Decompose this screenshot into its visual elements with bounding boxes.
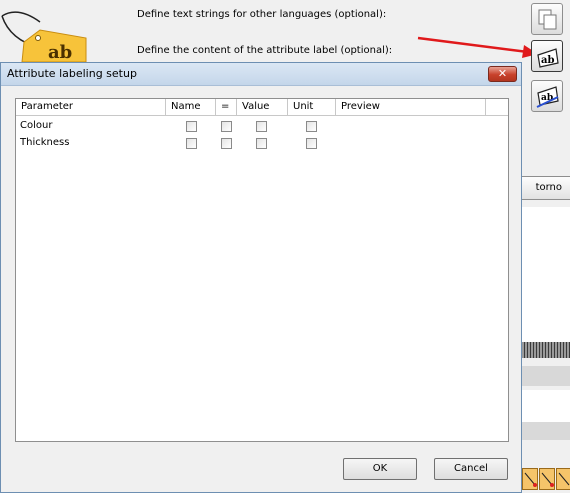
cancel-button[interactable]: Cancel — [434, 458, 508, 480]
background-toolbar — [521, 468, 570, 493]
background-band-lower — [521, 422, 570, 440]
background-list-area — [521, 207, 570, 342]
unit-checkbox[interactable] — [306, 138, 317, 149]
name-checkbox[interactable] — [186, 121, 197, 132]
tag-icon: ab — [1, 11, 87, 62]
attribute-label-button[interactable]: ab — [531, 40, 563, 72]
dialog-titlebar[interactable]: Attribute labeling setup ✕ — [1, 63, 521, 86]
equals-checkbox[interactable] — [221, 121, 232, 132]
other-languages-label: Define text strings for other languages … — [137, 9, 387, 20]
arrow-annotation-icon — [417, 36, 538, 58]
column-header-unit[interactable]: Unit — [288, 99, 336, 115]
unit-checkbox[interactable] — [306, 121, 317, 132]
copy-icon — [538, 9, 557, 30]
background-field — [521, 390, 570, 422]
dialog-title: Attribute labeling setup — [7, 67, 137, 80]
tool-button[interactable] — [539, 468, 555, 490]
copy-button[interactable] — [531, 3, 563, 35]
column-header-value[interactable]: Value — [237, 99, 288, 115]
close-icon: ✕ — [497, 67, 508, 80]
parameter-grid: Parameter Name = Value Unit Preview Colo… — [15, 98, 509, 442]
equals-checkbox[interactable] — [221, 138, 232, 149]
table-row: Thickness — [16, 135, 508, 151]
column-header-preview[interactable]: Preview — [336, 99, 486, 115]
tool-button[interactable] — [522, 468, 538, 490]
name-checkbox[interactable] — [186, 138, 197, 149]
parameter-label: Colour — [20, 120, 53, 131]
attribute-label-icon: ab — [537, 48, 559, 68]
table-row: Colour — [16, 118, 508, 134]
tool-button[interactable] — [556, 468, 570, 490]
value-checkbox[interactable] — [256, 121, 267, 132]
edit-label-icon: ab — [536, 86, 559, 108]
parameter-label: Thickness — [20, 137, 70, 148]
grid-header: Parameter Name = Value Unit Preview — [16, 99, 508, 116]
column-header-name[interactable]: Name — [166, 99, 216, 115]
background-ruler — [521, 342, 570, 358]
edit-label-button[interactable]: ab — [531, 80, 563, 112]
value-checkbox[interactable] — [256, 138, 267, 149]
ok-button[interactable]: OK — [343, 458, 417, 480]
retorno-button[interactable]: torno — [521, 176, 570, 200]
attribute-label-content-label: Define the content of the attribute labe… — [137, 45, 393, 56]
svg-text:ab: ab — [541, 55, 554, 66]
attribute-labeling-dialog: Attribute labeling setup ✕ Parameter Nam… — [0, 62, 522, 493]
column-header-equals[interactable]: = — [216, 99, 237, 115]
column-header-parameter[interactable]: Parameter — [16, 99, 166, 115]
svg-text:ab: ab — [48, 42, 72, 62]
background-band — [521, 366, 570, 386]
close-button[interactable]: ✕ — [488, 66, 517, 82]
